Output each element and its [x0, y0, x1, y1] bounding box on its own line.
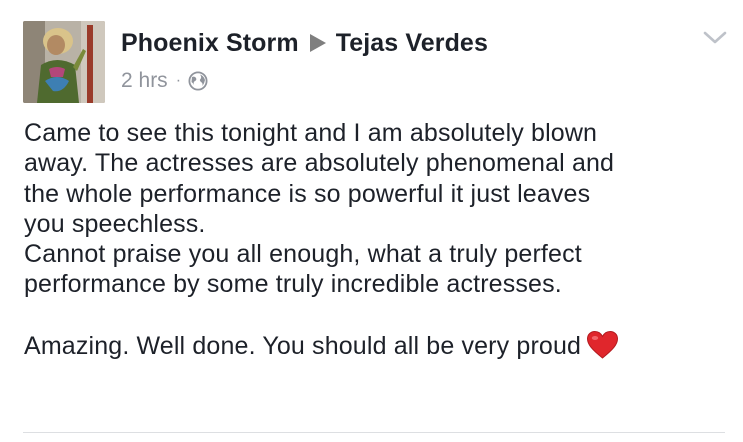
post-closing: Amazing. Well done. You should all be ve…	[24, 330, 724, 361]
post-text-line: the whole performance is so powerful it …	[24, 179, 591, 208]
arrow-right-icon	[309, 34, 326, 52]
divider	[23, 432, 725, 433]
post-text-line: Cannot praise you all enough, what a tru…	[24, 240, 582, 269]
post-text-line: Came to see this tonight and I am absolu…	[24, 119, 598, 147]
post-header: Phoenix Storm Tejas Verdes	[121, 26, 488, 60]
post-closing-line: Amazing. Well done. You should all be ve…	[24, 330, 724, 361]
post-text-line: away. The actresses are absolutely pheno…	[24, 149, 615, 178]
heart-icon	[587, 331, 619, 359]
post-text-line: you speechless.	[24, 209, 206, 238]
globe-icon[interactable]	[188, 71, 208, 91]
chevron-down-icon[interactable]	[702, 28, 728, 48]
closing-text: Amazing. Well done. You should all be ve…	[24, 332, 582, 361]
avatar-photo	[23, 21, 105, 103]
target-page-name[interactable]: Tejas Verdes	[336, 29, 488, 58]
facebook-post: Phoenix Storm Tejas Verdes 2 hrs · Came …	[0, 0, 743, 442]
post-text-line: performance by some truly incredible act…	[24, 270, 562, 299]
post-body: Came to see this tonight and I am absolu…	[24, 118, 724, 361]
avatar[interactable]	[23, 21, 105, 103]
author-name[interactable]: Phoenix Storm	[121, 29, 299, 58]
post-paragraph: Came to see this tonight and I am absolu…	[24, 118, 724, 300]
meta-separator: ·	[175, 72, 182, 89]
post-meta: 2 hrs ·	[121, 67, 208, 95]
timestamp[interactable]: 2 hrs	[121, 69, 168, 93]
